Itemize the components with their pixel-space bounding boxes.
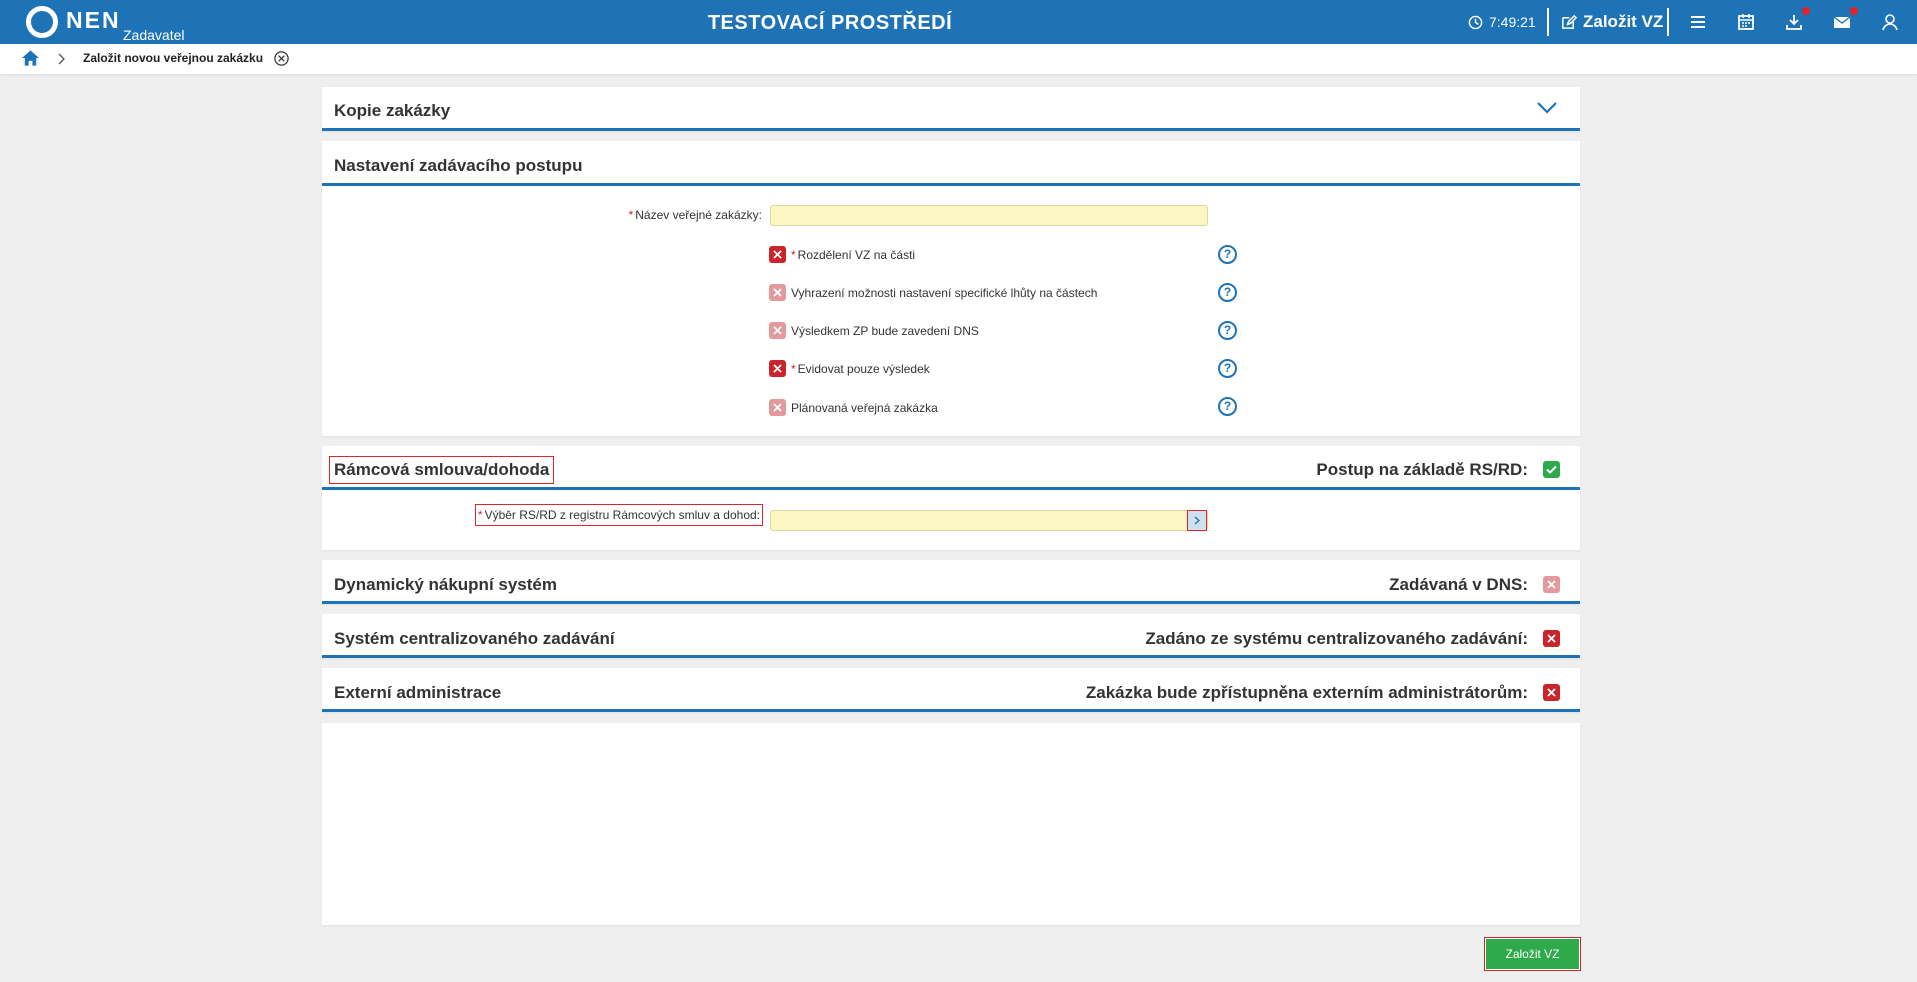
top-bar: NEN Zadavatel TESTOVACÍ PROSTŘEDÍ 7:49:2…: [0, 0, 1917, 44]
panel-externi-title: Externí administrace: [334, 683, 502, 702]
panel-nastaveni-header: Nastavení zadávacího postupu: [322, 141, 1580, 186]
option-label: * Rozdělení VZ na části: [791, 248, 915, 262]
toolbar-divider: [1667, 8, 1669, 36]
notification-dot: [1802, 7, 1810, 15]
option-row-dns[interactable]: Výsledkem ZP bude zavedení DNS: [769, 321, 1189, 341]
checkbox-cross-icon: [769, 399, 786, 416]
calendar-icon[interactable]: [1736, 12, 1756, 32]
empty-content-panel: [322, 723, 1580, 925]
checkbox-cross-icon: [1543, 576, 1560, 593]
option-label: * Evidovat pouze výsledek: [791, 362, 930, 376]
help-icon[interactable]: ?: [1218, 359, 1237, 378]
panel-central: Systém centralizovaného zadávání Zadáno …: [322, 614, 1580, 658]
ramcova-select-input[interactable]: [770, 510, 1208, 531]
required-marker: *: [791, 362, 796, 376]
breadcrumb-current: Založit novou veřejnou zakázku: [83, 51, 264, 65]
panel-nastaveni: Nastavení zadávacího postupu * Název veře…: [322, 141, 1580, 436]
option-label: Vyhrazení možnosti nastavení specifické …: [791, 286, 1098, 300]
panel-dns-title: Dynamický nákupní systém: [334, 575, 557, 594]
new-vz-label: Založit VZ: [1583, 12, 1664, 31]
checkbox-cross-icon[interactable]: [1543, 684, 1560, 701]
panel-dns-header: Dynamický nákupní systém Zadávaná v DNS:: [322, 560, 1580, 604]
option-label: Plánovaná veřejná zakázka: [791, 401, 938, 415]
option-label-text: Evidovat pouze výsledek: [797, 362, 930, 376]
option-row-planovana[interactable]: Plánovaná veřejná zakázka: [769, 398, 1189, 418]
ramcova-select-label: * Výběr RS/RD z registru Rámcových smluv …: [474, 504, 764, 526]
clock-icon: [1468, 15, 1483, 29]
panel-ramcova: Rámcová smlouva/dohoda Postup na základě…: [322, 446, 1580, 550]
panel-central-title: Systém centralizovaného zadávání: [334, 629, 615, 648]
option-label-text: Rozdělení VZ na části: [797, 248, 916, 262]
ramcova-select-label-text: Výběr RS/RD z registru Rámcových smluv a…: [484, 508, 760, 522]
option-row-vyhrazeni[interactable]: Vyhrazení možnosti nastavení specifické …: [769, 283, 1189, 303]
chevron-right-icon: [1194, 516, 1200, 525]
notification-dot: [1850, 7, 1858, 15]
required-marker: *: [791, 248, 796, 262]
checkbox-cross-icon: [769, 322, 786, 339]
edit-icon: [1562, 14, 1577, 29]
central-toggle-label: Zadáno ze systému centralizovaného zadáv…: [1145, 629, 1528, 648]
option-row-evidovat[interactable]: * Evidovat pouze výsledek: [769, 359, 1189, 379]
checkbox-cross-icon[interactable]: [769, 360, 786, 377]
session-clock: 7:49:21: [1468, 0, 1536, 44]
help-icon[interactable]: ?: [1218, 245, 1237, 264]
panel-kopie-title: Kopie zakázky: [334, 101, 451, 120]
panel-ramcova-title: Rámcová smlouva/dohoda: [328, 456, 555, 484]
panel-externi: Externí administrace Zakázka bude zpříst…: [322, 668, 1580, 712]
toolbar-divider: [1547, 8, 1549, 36]
panel-ramcova-header: Rámcová smlouva/dohoda Postup na základě…: [322, 446, 1580, 490]
panel-kopie-header[interactable]: Kopie zakázky: [322, 87, 1580, 131]
help-icon[interactable]: ?: [1218, 321, 1237, 340]
chevron-right-icon: [58, 53, 65, 65]
required-marker: *: [628, 208, 634, 222]
download-icon[interactable]: [1784, 7, 1810, 32]
name-input[interactable]: [770, 205, 1208, 226]
checkbox-check-icon[interactable]: [1543, 461, 1560, 478]
panel-nastaveni-title: Nastavení zadávacího postupu: [334, 156, 583, 175]
panel-externi-header: Externí administrace Zakázka bude zpříst…: [322, 668, 1580, 712]
breadcrumb: Založit novou veřejnou zakázku: [0, 44, 1917, 74]
menu-icon[interactable]: [1688, 12, 1708, 32]
required-marker: *: [477, 508, 483, 522]
panel-dns: Dynamický nákupní systém Zadávaná v DNS:: [322, 560, 1580, 604]
submit-button[interactable]: Založit VZ: [1484, 937, 1581, 971]
name-field-label-text: Název veřejné zakázky:: [635, 208, 762, 222]
new-vz-button[interactable]: Založit VZ: [1560, 0, 1663, 44]
name-field-label: * Název veřejné zakázky:: [629, 208, 762, 222]
mail-icon[interactable]: [1832, 7, 1858, 32]
dns-toggle-label: Zadávaná v DNS:: [1389, 575, 1528, 594]
ramcova-select-button[interactable]: [1187, 510, 1207, 531]
panel-kopie: Kopie zakázky: [322, 87, 1580, 131]
clock-value: 7:49:21: [1489, 14, 1536, 30]
home-icon[interactable]: [21, 49, 40, 67]
externi-toggle-label: Zakázka bude zpřístupněna externím admin…: [1085, 683, 1528, 702]
checkbox-cross-icon: [769, 284, 786, 301]
checkbox-cross-icon[interactable]: [1543, 630, 1560, 647]
option-label: Výsledkem ZP bude zavedení DNS: [791, 324, 979, 338]
help-icon[interactable]: ?: [1218, 397, 1237, 416]
option-row-rozdeleni[interactable]: * Rozdělení VZ na části: [769, 245, 1189, 265]
chevron-down-icon[interactable]: [1536, 101, 1558, 115]
help-icon[interactable]: ?: [1218, 283, 1237, 302]
close-circle-icon[interactable]: [273, 50, 290, 67]
checkbox-cross-icon[interactable]: [769, 246, 786, 263]
environment-title: TESTOVACÍ PROSTŘEDÍ: [707, 12, 953, 34]
user-icon[interactable]: [1880, 12, 1900, 32]
ramcova-toggle-label: Postup na základě RS/RD:: [1316, 460, 1528, 479]
panel-central-header: Systém centralizovaného zadávání Zadáno …: [322, 614, 1580, 658]
